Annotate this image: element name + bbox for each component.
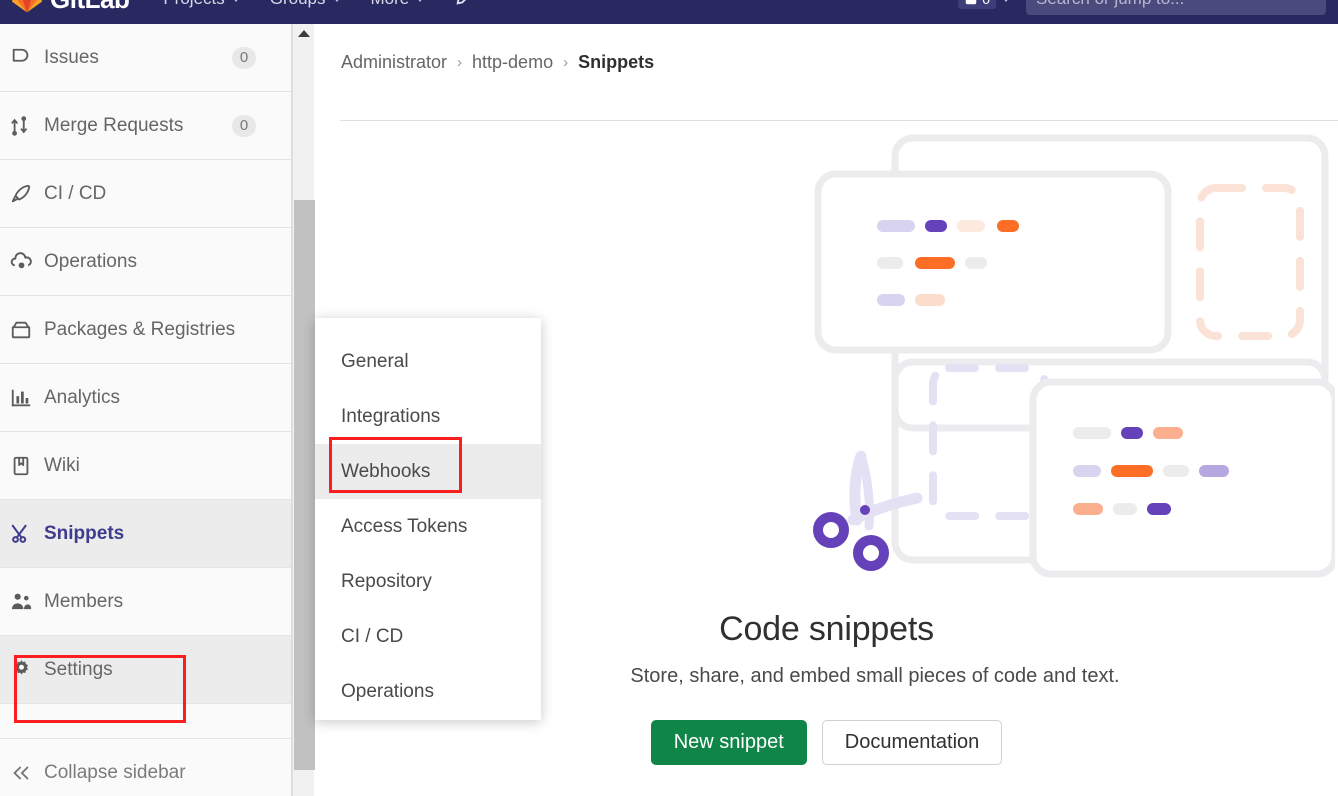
flyout-item-integrations[interactable]: Integrations (315, 389, 541, 444)
gitlab-logo-icon[interactable] (12, 0, 42, 14)
gear-icon (10, 658, 44, 681)
sidebar-item-snippets[interactable]: Snippets (0, 500, 291, 567)
chevron-down-icon (332, 0, 341, 2)
todo-counter[interactable]: 0 (958, 0, 996, 9)
sidebar-item-issues[interactable]: Issues 0 (0, 24, 291, 91)
sidebar-item-label: Merge Requests (44, 114, 184, 136)
issues-count-badge: 0 (232, 46, 256, 69)
flyout-item-label: CI / CD (341, 625, 404, 647)
flyout-item-label: Integrations (341, 405, 441, 427)
chevron-down-icon (231, 0, 240, 2)
sidebar-item-label: Snippets (44, 522, 125, 544)
flyout-item-label: Operations (341, 680, 434, 702)
rocket-icon (10, 183, 44, 205)
sidebar-item-label: Issues (44, 46, 99, 68)
gitlab-wordmark: GitLab (50, 0, 130, 15)
sidebar-item-list: Issues 0 Merge Requests 0 CI / CD Operat… (0, 24, 291, 796)
collapse-icon (10, 762, 44, 784)
sidebar-item-label: Wiki (44, 454, 80, 476)
scroll-up-arrow-icon[interactable] (293, 24, 315, 42)
merge-icon (10, 115, 44, 137)
nav-groups-label: Groups (270, 0, 326, 9)
sidebar-item-members[interactable]: Members (0, 568, 291, 635)
flyout-item-ci-cd[interactable]: CI / CD (315, 609, 541, 664)
sidebar-item-label: Members (44, 590, 124, 612)
chevron-down-icon (416, 0, 425, 2)
nav-item-more[interactable]: More (371, 0, 425, 9)
search-input[interactable]: Search or jump to... (1026, 0, 1326, 15)
sidebar-item-label: Packages & Registries (44, 318, 236, 340)
merge-requests-count-badge: 0 (232, 114, 256, 137)
code-snippets-illustration (805, 130, 1338, 580)
flyout-item-general[interactable]: General (315, 334, 541, 389)
flyout-item-label: Repository (341, 570, 432, 592)
sidebar-item-operations[interactable]: Operations (0, 228, 291, 295)
chart-icon (10, 387, 44, 409)
nav-more-label: More (371, 0, 410, 9)
new-snippet-button[interactable]: New snippet (650, 720, 807, 765)
breadcrumb-current: Snippets (578, 52, 655, 72)
sidebar-item-wiki[interactable]: Wiki (0, 432, 291, 499)
cloud-gear-icon (10, 250, 44, 273)
empty-state-actions: New snippet Documentation (315, 720, 1338, 765)
flyout-item-operations[interactable]: Operations (315, 664, 541, 719)
sidebar-item-label: Operations (44, 250, 137, 272)
sidebar-item-ci-cd[interactable]: CI / CD (0, 160, 291, 227)
sidebar-item-label: Collapse sidebar (44, 761, 186, 783)
sidebar-item-collapse[interactable]: Collapse sidebar (0, 739, 291, 796)
sidebar-item-settings[interactable]: Settings (0, 636, 291, 703)
breadcrumb-separator-icon: › (563, 54, 569, 71)
breadcrumb: Administrator › http-demo › Snippets (315, 24, 1338, 73)
sidebar-scrollbar[interactable] (292, 24, 315, 796)
sidebar-item-label: Analytics (44, 386, 121, 408)
sidebar-item-label: Settings (44, 658, 113, 680)
sidebar-item-analytics[interactable]: Analytics (0, 364, 291, 431)
settings-flyout-menu: General Integrations Webhooks Access Tok… (315, 318, 541, 720)
users-icon (10, 590, 44, 613)
flyout-item-label: General (341, 350, 409, 372)
package-icon (10, 319, 44, 341)
flyout-item-label: Webhooks (341, 460, 431, 482)
breadcrumb-separator-icon: › (457, 54, 463, 71)
breadcrumb-project[interactable]: http-demo (472, 52, 553, 73)
issues-icon (10, 47, 44, 69)
breadcrumb-owner[interactable]: Administrator (341, 52, 447, 73)
flyout-item-label: Access Tokens (341, 515, 468, 537)
flyout-item-access-tokens[interactable]: Access Tokens (315, 499, 541, 554)
flyout-item-repository[interactable]: Repository (315, 554, 541, 609)
sidebar-item-merge-requests[interactable]: Merge Requests 0 (0, 92, 291, 159)
pencil-icon[interactable] (454, 0, 476, 13)
todo-count: 0 (982, 0, 990, 7)
top-navbar: GitLab Projects Groups More 0 Search or … (0, 0, 1338, 24)
scrollbar-thumb[interactable] (294, 200, 315, 770)
sidebar-item-label: CI / CD (44, 182, 107, 204)
flyout-item-webhooks[interactable]: Webhooks (315, 444, 541, 499)
nav-item-projects[interactable]: Projects (163, 0, 240, 9)
chevron-down-icon[interactable] (1002, 0, 1010, 2)
book-icon (10, 455, 44, 477)
scissors-icon (10, 523, 44, 545)
documentation-button[interactable]: Documentation (821, 720, 1003, 765)
nav-projects-label: Projects (163, 0, 224, 9)
nav-item-groups[interactable]: Groups (270, 0, 341, 9)
sidebar-item-packages-registries[interactable]: Packages & Registries (0, 296, 291, 363)
project-sidebar: Issues 0 Merge Requests 0 CI / CD Operat… (0, 24, 292, 796)
